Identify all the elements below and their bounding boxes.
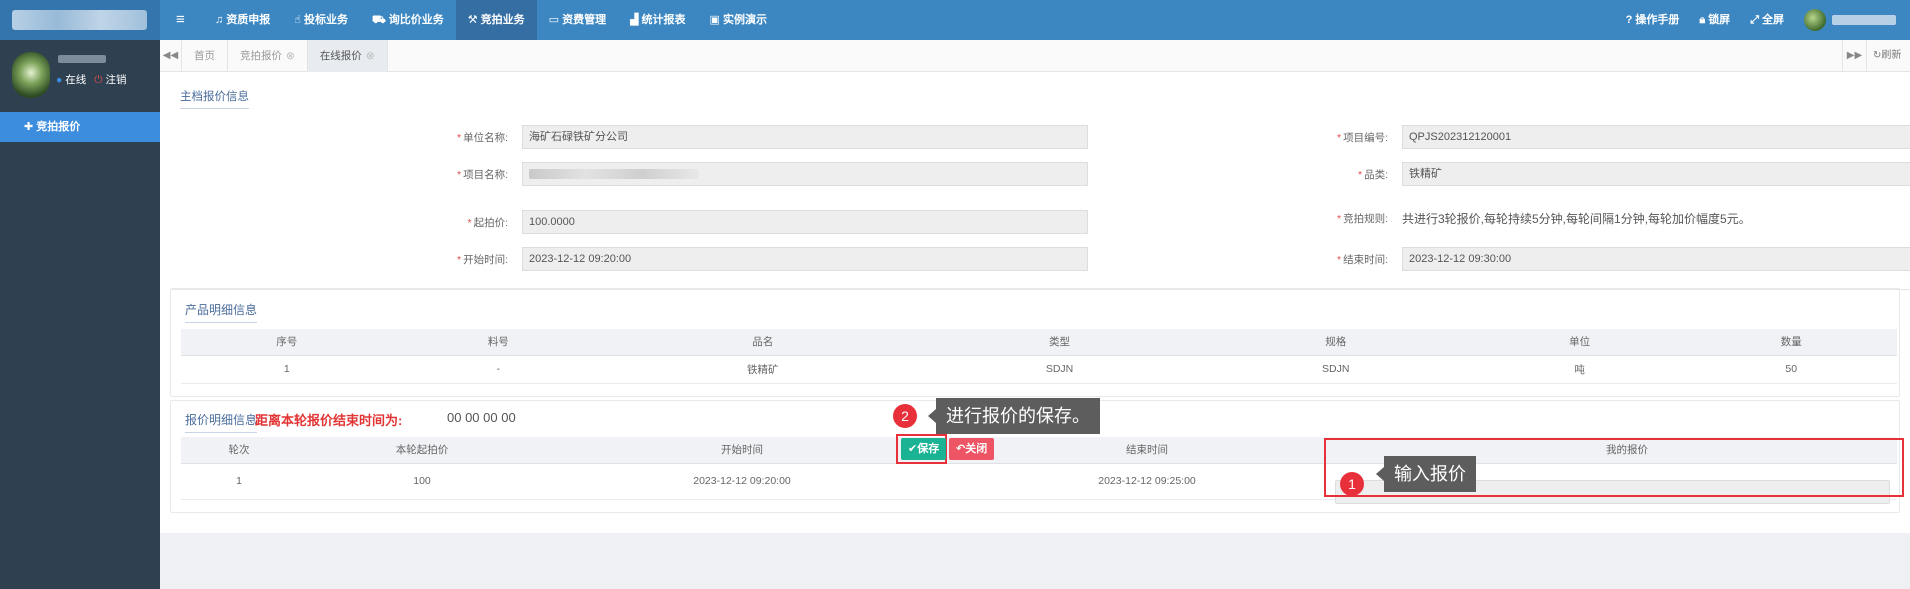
- step-2-badge: 2: [893, 404, 917, 428]
- tab-auction-quote[interactable]: 竞拍报价 ⊗: [228, 40, 308, 72]
- tabs-scroll-left-icon[interactable]: ◀◀: [160, 40, 182, 72]
- user-name-redacted[interactable]: [1832, 15, 1896, 25]
- monitor-icon: ▣: [709, 14, 720, 26]
- category-row: *品类: 铁精矿⌄: [1282, 162, 1910, 186]
- footer-area: [160, 533, 1910, 589]
- tabs-bar: ◀◀ 首页 竞拍报价 ⊗ 在线报价 ⊗ ▶▶ ↻刷新: [160, 40, 1910, 72]
- redacted-text: [529, 169, 699, 180]
- online-status: ● 在线: [56, 74, 87, 86]
- logout-link[interactable]: ⏻ 注销: [94, 72, 126, 87]
- table-row: 1 - 铁精矿 SDJN SDJN 吨 50: [181, 355, 1897, 384]
- save-button[interactable]: ✔保存: [901, 438, 947, 460]
- start-time-field[interactable]: 2023-12-12 09:20:00: [522, 247, 1088, 271]
- product-title: 产品明细信息: [185, 301, 258, 323]
- main-info-panel: 主档报价信息 * 单位名称: 海矿石碌铁矿分公司 * 项目编号: QPJS20231…: [172, 76, 1910, 290]
- countdown-label: 距离本轮报价结束时间为:: [255, 413, 403, 428]
- expand-icon: ⤢: [1750, 14, 1759, 26]
- countdown-value: 00 00 00 00: [447, 410, 516, 425]
- project-name-row: * 项目名称:: [402, 162, 1088, 186]
- start-time-row: * 开始时间: 2023-12-12 09:20:00: [402, 247, 1088, 271]
- table-header-row: 序号 料号 品名 类型 规格 单位 数量: [181, 329, 1897, 356]
- project-no-field[interactable]: QPJS202312120001: [1402, 125, 1910, 149]
- nav-demo[interactable]: ▣ 实例演示: [698, 0, 779, 40]
- logout-icon: ⏻: [94, 74, 103, 86]
- close-button[interactable]: ↶关闭: [949, 438, 995, 460]
- unit-name-field[interactable]: 海矿石碌铁矿分公司: [522, 125, 1088, 149]
- refresh-button[interactable]: ↻刷新: [1866, 40, 1910, 72]
- logo: [0, 0, 160, 40]
- sidebar: ● 在线 ⏻ 注销 ✚ 竞拍报价: [0, 40, 160, 589]
- auction-rule-text: 共进行3轮报价,每轮持续5分钟,每轮间隔1分钟,每轮加价幅度5元。: [1402, 212, 1751, 226]
- status-row: ● 在线 ⏻ 注销: [56, 72, 127, 87]
- bid-title: 报价明细信息: [185, 411, 258, 433]
- check-icon: ✔: [908, 443, 918, 455]
- product-table: 序号 料号 品名 类型 规格 单位 数量 1 - 铁精矿 SDJN SDJN 吨: [181, 329, 1897, 384]
- nav-bidding[interactable]: ☝ 投标业务: [282, 0, 360, 40]
- start-price-row: * 起拍价: 100.0000: [402, 210, 1088, 234]
- card-icon: ▭: [548, 14, 560, 26]
- hamburger-icon[interactable]: ≡: [176, 11, 185, 28]
- step-1-tooltip: 输入报价: [1376, 456, 1476, 492]
- bell-icon: ♫: [215, 14, 224, 26]
- page-tabs: 首页 竞拍报价 ⊗ 在线报价 ⊗: [182, 40, 388, 72]
- main-info-title: 主档报价信息: [180, 88, 249, 109]
- tab-online-quote[interactable]: 在线报价 ⊗: [307, 40, 388, 72]
- cart-icon: ⛟: [371, 14, 386, 26]
- tab-home[interactable]: 首页: [182, 40, 228, 72]
- gavel-icon: ⚒: [467, 14, 478, 26]
- product-panel: 产品明细信息 序号 料号 品名 类型 规格 单位 数量 1 - 铁精矿 SDJN…: [170, 288, 1900, 397]
- nav-auction[interactable]: ⚒ 竞拍业务: [455, 0, 537, 40]
- question-icon: ?: [1625, 14, 1633, 26]
- end-time-row: * 结束时间: 2023-12-12 09:30:00: [1282, 247, 1910, 271]
- nav-reports[interactable]: ▟ 统计报表: [618, 0, 697, 40]
- user-avatar[interactable]: [1804, 9, 1826, 31]
- sidebar-profile: ● 在线 ⏻ 注销: [0, 40, 160, 112]
- category-select[interactable]: 铁精矿⌄: [1402, 162, 1910, 186]
- project-no-row: * 项目编号: QPJS202312120001: [1282, 125, 1910, 149]
- hand-icon: ☝: [294, 14, 301, 26]
- step-2-tooltip: 进行报价的保存。: [928, 398, 1100, 434]
- plus-icon: ✚: [24, 121, 34, 133]
- chart-icon: ▟: [630, 14, 639, 26]
- reply-icon: ↶: [956, 443, 966, 455]
- rule-row: * 竞拍规则: 共进行3轮报价,每轮持续5分钟,每轮间隔1分钟,每轮加价幅度5元。: [1336, 212, 1751, 226]
- avatar: [12, 52, 50, 98]
- manual-link[interactable]: ? 操作手册: [1616, 0, 1690, 40]
- end-time-field[interactable]: 2023-12-12 09:30:00: [1402, 247, 1910, 271]
- nav-right: ? 操作手册 🔒︎ 锁屏 ⤢ 全屏: [1616, 0, 1910, 40]
- nav-qualification[interactable]: ♫ 资质申报: [203, 0, 282, 40]
- sidebar-item-auction-quote[interactable]: ✚ 竞拍报价: [0, 112, 160, 142]
- start-price-field[interactable]: 100.0000: [522, 210, 1088, 234]
- online-dot-icon: ●: [56, 74, 63, 86]
- nav-fees[interactable]: ▭ 资费管理: [537, 0, 618, 40]
- user-name-redacted: [58, 55, 106, 63]
- main-content: 主档报价信息 * 单位名称: 海矿石碌铁矿分公司 * 项目编号: QPJS20231…: [160, 72, 1910, 533]
- tabs-scroll-right-icon[interactable]: ▶▶: [1842, 40, 1866, 72]
- close-tab-icon[interactable]: ⊗: [366, 50, 375, 62]
- unit-row: * 单位名称: 海矿石碌铁矿分公司: [402, 125, 1088, 149]
- fullscreen-button[interactable]: ⤢ 全屏: [1740, 0, 1794, 40]
- lock-screen-button[interactable]: 🔒︎ 锁屏: [1689, 0, 1740, 40]
- lock-icon: 🔒︎: [1699, 14, 1706, 26]
- step-1-badge: 1: [1340, 472, 1364, 496]
- main-nav: ♫ 资质申报 ☝ 投标业务 ⛟ 询比价业务 ⚒ 竞拍业务 ▭ 资费管理 ▟ 统计报表 ▣ 实例…: [203, 0, 779, 40]
- nav-inquiry[interactable]: ⛟ 询比价业务: [360, 0, 456, 40]
- project-name-field[interactable]: [522, 162, 1088, 186]
- top-navbar: ≡ ♫ 资质申报 ☝ 投标业务 ⛟ 询比价业务 ⚒ 竞拍业务 ▭ 资费管理 ▟ 统计报表 ▣…: [0, 0, 1910, 40]
- close-tab-icon[interactable]: ⊗: [286, 50, 295, 62]
